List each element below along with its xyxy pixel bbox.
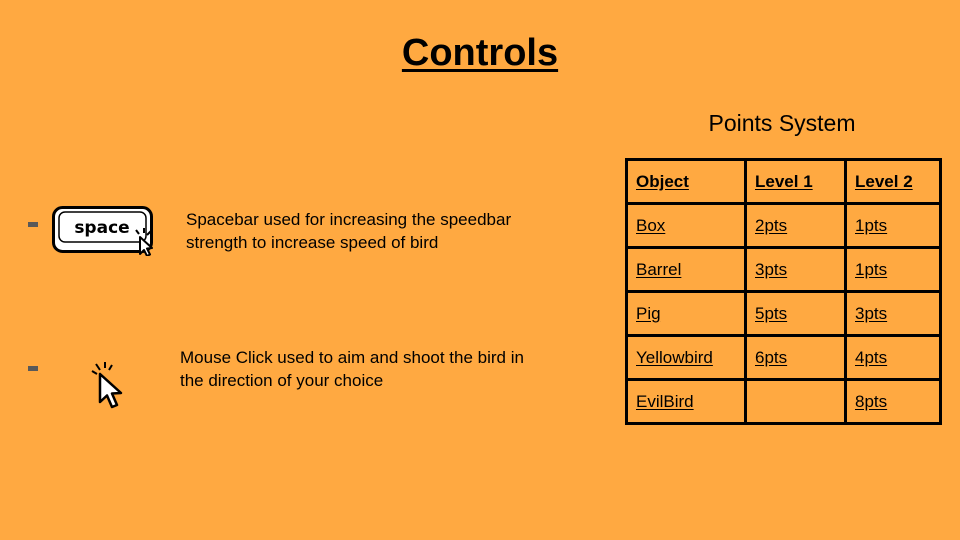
spacebar-key-label: space (74, 218, 129, 238)
cell-object: Yellowbird (625, 334, 747, 381)
table-header-row: Object Level 1 Level 2 (625, 158, 942, 205)
bullet-marker (28, 366, 38, 371)
bullet-marker (28, 222, 38, 227)
table-row: Barrel 3pts 1pts (625, 246, 942, 293)
header-object: Object (625, 158, 747, 205)
header-level-1: Level 1 (744, 158, 847, 205)
points-system-title: Points System (708, 110, 856, 136)
header-level-2: Level 2 (844, 158, 942, 205)
cell-level-1: 6pts (744, 334, 847, 381)
cell-object: Barrel (625, 246, 747, 293)
spacebar-key-icon: space (52, 206, 158, 256)
cell-object: Pig (625, 290, 747, 337)
points-table: Object Level 1 Level 2 Box 2pts 1pts Bar… (625, 158, 942, 425)
cell-level-2: 1pts (844, 202, 942, 249)
cell-level-2: 3pts (844, 290, 942, 337)
cell-level-1 (744, 378, 847, 425)
cell-level-2: 8pts (844, 378, 942, 425)
mouse-description: Mouse Click used to aim and shoot the bi… (180, 348, 524, 390)
cell-level-2: 1pts (844, 246, 942, 293)
cell-level-1: 5pts (744, 290, 847, 337)
cell-level-1: 2pts (744, 202, 847, 249)
cell-level-2: 4pts (844, 334, 942, 381)
mouse-pointer-click-icon (90, 362, 130, 414)
table-row: EvilBird 8pts (625, 378, 942, 425)
page-title: Controls (401, 32, 559, 74)
table-row: Box 2pts 1pts (625, 202, 942, 249)
spacebar-description: Spacebar used for increasing the speedba… (186, 210, 512, 252)
cell-object: Box (625, 202, 747, 249)
table-row: Pig 5pts 3pts (625, 290, 942, 337)
cell-level-1: 3pts (744, 246, 847, 293)
cell-object: EvilBird (625, 378, 747, 425)
table-row: Yellowbird 6pts 4pts (625, 334, 942, 381)
